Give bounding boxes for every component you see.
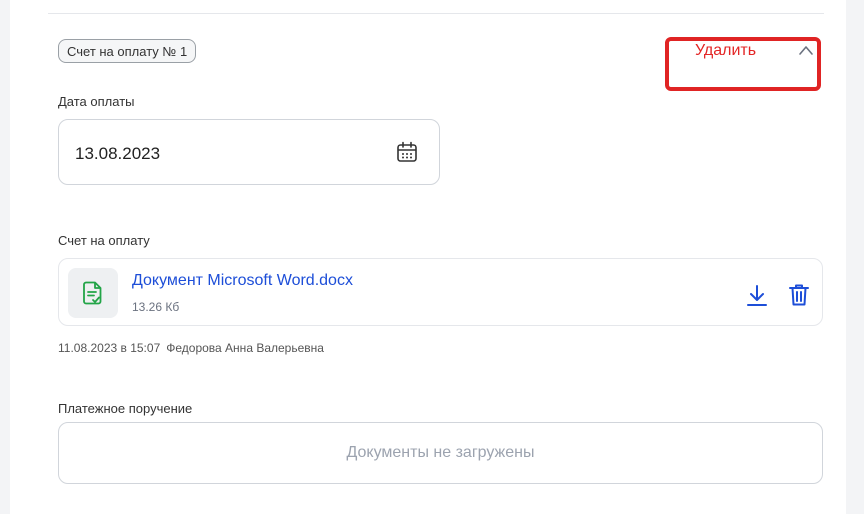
attached-file: Документ Microsoft Word.docx 13.26 Кб [58, 258, 823, 326]
payment-date-label: Дата оплаты [58, 94, 135, 109]
invoice-badge: Счет на оплату № 1 [58, 39, 197, 63]
file-thumbnail [68, 268, 118, 318]
upload-meta: 11.08.2023 в 15:07 Федорова Анна Валерьев… [58, 341, 324, 355]
calendar-icon[interactable] [396, 141, 418, 163]
invoice-section-label: Счет на оплату [58, 233, 150, 248]
highlight-box [665, 37, 821, 91]
trash-icon[interactable] [788, 283, 810, 307]
payment-date-value: 13.08.2023 [75, 144, 161, 163]
uploader-name: Федорова Анна Валерьевна [166, 341, 324, 355]
divider [48, 13, 824, 14]
payment-order-label: Платежное поручение [58, 401, 193, 416]
upload-timestamp: 11.08.2023 в 15:07 [58, 341, 161, 355]
download-icon[interactable] [746, 284, 768, 308]
payment-order-dropzone[interactable]: Документы не загружены [58, 422, 823, 484]
file-size: 13.26 Кб [132, 300, 180, 314]
invoice-card: Счет на оплату № 1 Удалить Дата оплаты 1… [10, 0, 846, 514]
payment-date-field[interactable]: 13.08.2023 [58, 119, 440, 185]
document-icon [83, 281, 102, 305]
file-name-link[interactable]: Документ Microsoft Word.docx [132, 272, 353, 290]
empty-state-text: Документы не загружены [346, 444, 535, 461]
